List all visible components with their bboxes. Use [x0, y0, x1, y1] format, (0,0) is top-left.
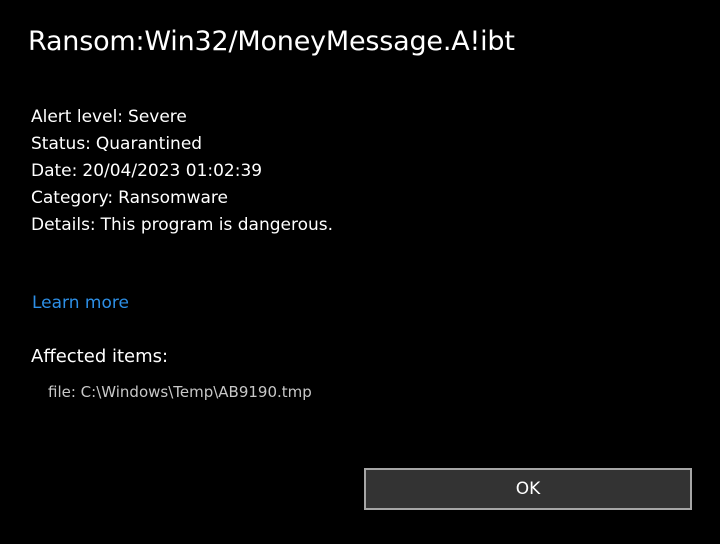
status-label: Status: [31, 134, 91, 154]
date-label: Date: [31, 161, 78, 181]
alert-level-value: Severe [128, 107, 187, 127]
threat-details-list: Alert level: Severe Status: Quarantined Da… [31, 104, 671, 239]
category-label: Category: [31, 188, 114, 208]
threat-name-title: Ransom:Win32/MoneyMessage.A!ibt [28, 26, 515, 57]
category-row: Category: Ransomware [31, 185, 671, 212]
status-row: Status: Quarantined [31, 131, 671, 158]
affected-item: file: C:\Windows\Temp\AB9190.tmp [48, 383, 312, 401]
learn-more-link[interactable]: Learn more [32, 293, 129, 313]
alert-level-label: Alert level: [31, 107, 124, 127]
details-row: Details: This program is dangerous. [31, 212, 671, 239]
details-value: This program is dangerous. [100, 215, 334, 235]
status-value: Quarantined [95, 134, 203, 154]
details-label: Details: [31, 215, 96, 235]
date-row: Date: 20/04/2023 01:02:39 [31, 158, 671, 185]
affected-items-list: file: C:\Windows\Temp\AB9190.tmp [48, 383, 312, 401]
date-value: 20/04/2023 01:02:39 [82, 161, 263, 181]
category-value: Ransomware [118, 188, 229, 208]
threat-details-dialog: Ransom:Win32/MoneyMessage.A!ibt Alert le… [0, 0, 720, 544]
ok-button[interactable]: OK [364, 468, 692, 510]
affected-items-heading: Affected items: [31, 346, 169, 367]
alert-level-row: Alert level: Severe [31, 104, 671, 131]
